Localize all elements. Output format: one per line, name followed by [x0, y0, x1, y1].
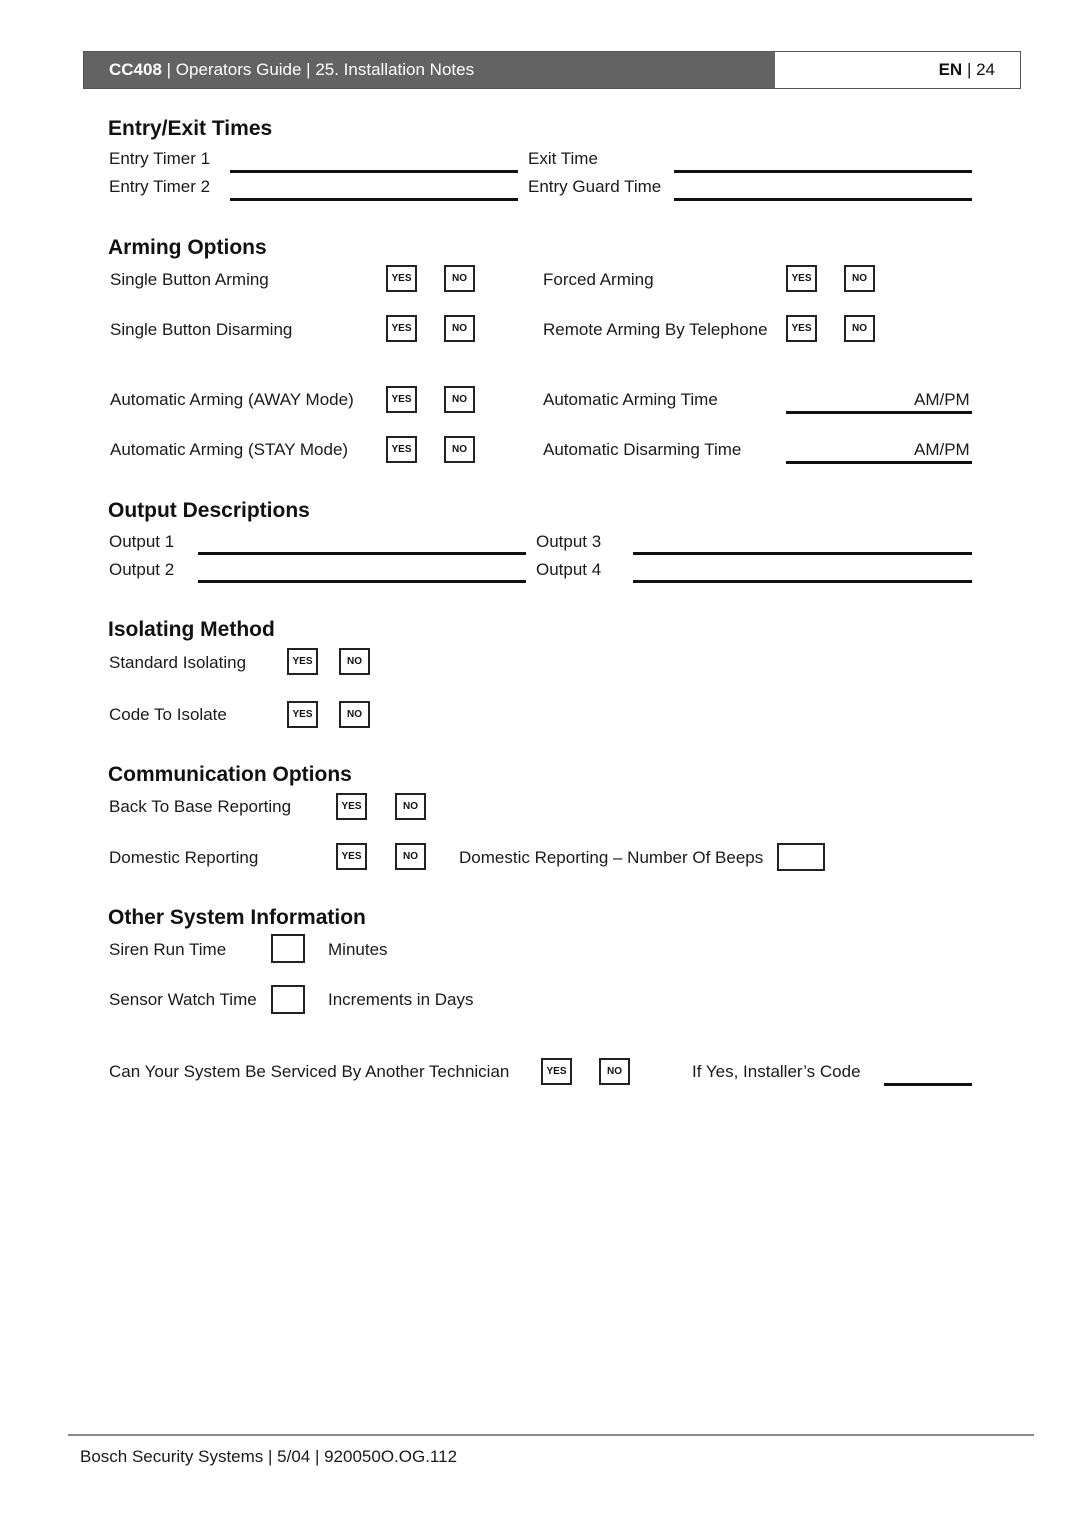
- section-heading-entry-exit: Entry/Exit Times: [108, 117, 273, 140]
- auto-arming-stay-yes[interactable]: YES: [386, 436, 417, 463]
- single-button-arming-yes[interactable]: YES: [386, 265, 417, 292]
- entry-timer-2-field[interactable]: [230, 198, 518, 201]
- standard-isolating-label: Standard Isolating: [109, 653, 247, 672]
- back-to-base-yes[interactable]: YES: [336, 793, 367, 820]
- header-title: CC408 | Operators Guide | 25. Installati…: [84, 52, 775, 88]
- domestic-reporting-no[interactable]: NO: [395, 843, 426, 870]
- section-heading-isolating: Isolating Method: [108, 618, 275, 641]
- auto-arming-time-ampm: AM/PM: [914, 390, 970, 409]
- auto-disarming-time-field[interactable]: [786, 461, 972, 464]
- single-button-disarming-label: Single Button Disarming: [110, 320, 293, 339]
- code-to-isolate-yes[interactable]: YES: [287, 701, 318, 728]
- output-2-label: Output 2: [109, 560, 175, 579]
- single-button-arming-no[interactable]: NO: [444, 265, 475, 292]
- section-heading-outputs: Output Descriptions: [108, 499, 310, 522]
- remote-arming-telephone-label: Remote Arming By Telephone: [543, 320, 768, 339]
- code-to-isolate-no[interactable]: NO: [339, 701, 370, 728]
- siren-run-time-label: Siren Run Time: [109, 940, 227, 959]
- sensor-watch-time-label: Sensor Watch Time: [109, 990, 257, 1009]
- section-heading-communication: Communication Options: [108, 763, 352, 786]
- exit-time-label: Exit Time: [528, 149, 598, 168]
- entry-timer-2-label: Entry Timer 2: [109, 177, 211, 196]
- output-4-label: Output 4: [536, 560, 602, 579]
- page-number: | 24: [962, 60, 995, 79]
- header-page: EN | 24: [775, 52, 1020, 88]
- output-4-field[interactable]: [633, 580, 972, 583]
- output-1-label: Output 1: [109, 532, 175, 551]
- entry-timer-1-label: Entry Timer 1: [109, 149, 211, 168]
- installer-code-label: If Yes, Installer’s Code: [692, 1062, 861, 1081]
- auto-arming-stay-no[interactable]: NO: [444, 436, 475, 463]
- output-1-field[interactable]: [198, 552, 526, 555]
- auto-arming-stay-label: Automatic Arming (STAY Mode): [110, 440, 349, 459]
- section-heading-other: Other System Information: [108, 906, 366, 929]
- auto-arming-time-field[interactable]: [786, 411, 972, 414]
- auto-arming-away-no[interactable]: NO: [444, 386, 475, 413]
- sensor-watch-time-input[interactable]: [271, 985, 305, 1014]
- language-code: EN: [938, 60, 963, 79]
- standard-isolating-no[interactable]: NO: [339, 648, 370, 675]
- section-heading-arming: Arming Options: [108, 236, 267, 259]
- entry-guard-time-label: Entry Guard Time: [528, 177, 662, 196]
- output-3-field[interactable]: [633, 552, 972, 555]
- domestic-reporting-label: Domestic Reporting: [109, 848, 259, 867]
- forced-arming-label: Forced Arming: [543, 270, 654, 289]
- domestic-beeps-label: Domestic Reporting – Number Of Beeps: [459, 848, 764, 867]
- product-name: CC408: [109, 60, 162, 79]
- output-3-label: Output 3: [536, 532, 602, 551]
- footer-text: Bosch Security Systems | 5/04 | 920050O.…: [80, 1447, 458, 1466]
- auto-arming-away-label: Automatic Arming (AWAY Mode): [110, 390, 354, 409]
- standard-isolating-yes[interactable]: YES: [287, 648, 318, 675]
- installer-code-field[interactable]: [884, 1083, 972, 1086]
- single-button-disarming-yes[interactable]: YES: [386, 315, 417, 342]
- single-button-disarming-no[interactable]: NO: [444, 315, 475, 342]
- remote-arming-telephone-no[interactable]: NO: [844, 315, 875, 342]
- output-2-field[interactable]: [198, 580, 526, 583]
- single-button-arming-label: Single Button Arming: [110, 270, 269, 289]
- back-to-base-no[interactable]: NO: [395, 793, 426, 820]
- auto-disarming-time-ampm: AM/PM: [914, 440, 970, 459]
- domestic-reporting-yes[interactable]: YES: [336, 843, 367, 870]
- serviced-by-other-yes[interactable]: YES: [541, 1058, 572, 1085]
- serviced-by-other-label: Can Your System Be Serviced By Another T…: [109, 1062, 510, 1081]
- auto-arming-away-yes[interactable]: YES: [386, 386, 417, 413]
- back-to-base-label: Back To Base Reporting: [109, 797, 292, 816]
- entry-timer-1-field[interactable]: [230, 170, 518, 173]
- serviced-by-other-no[interactable]: NO: [599, 1058, 630, 1085]
- remote-arming-telephone-yes[interactable]: YES: [786, 315, 817, 342]
- page-header: CC408 | Operators Guide | 25. Installati…: [83, 51, 1021, 89]
- entry-guard-time-field[interactable]: [674, 198, 972, 201]
- forced-arming-no[interactable]: NO: [844, 265, 875, 292]
- auto-disarming-time-label: Automatic Disarming Time: [543, 440, 742, 459]
- exit-time-field[interactable]: [674, 170, 972, 173]
- increments-days-label: Increments in Days: [328, 990, 474, 1009]
- code-to-isolate-label: Code To Isolate: [109, 705, 227, 724]
- header-title-text: | Operators Guide | 25. Installation Not…: [161, 60, 475, 79]
- auto-arming-time-label: Automatic Arming Time: [543, 390, 718, 409]
- forced-arming-yes[interactable]: YES: [786, 265, 817, 292]
- siren-run-time-input[interactable]: [271, 934, 305, 963]
- domestic-beeps-input[interactable]: [777, 843, 825, 871]
- footer-divider: [68, 1434, 1034, 1436]
- minutes-label: Minutes: [328, 940, 388, 959]
